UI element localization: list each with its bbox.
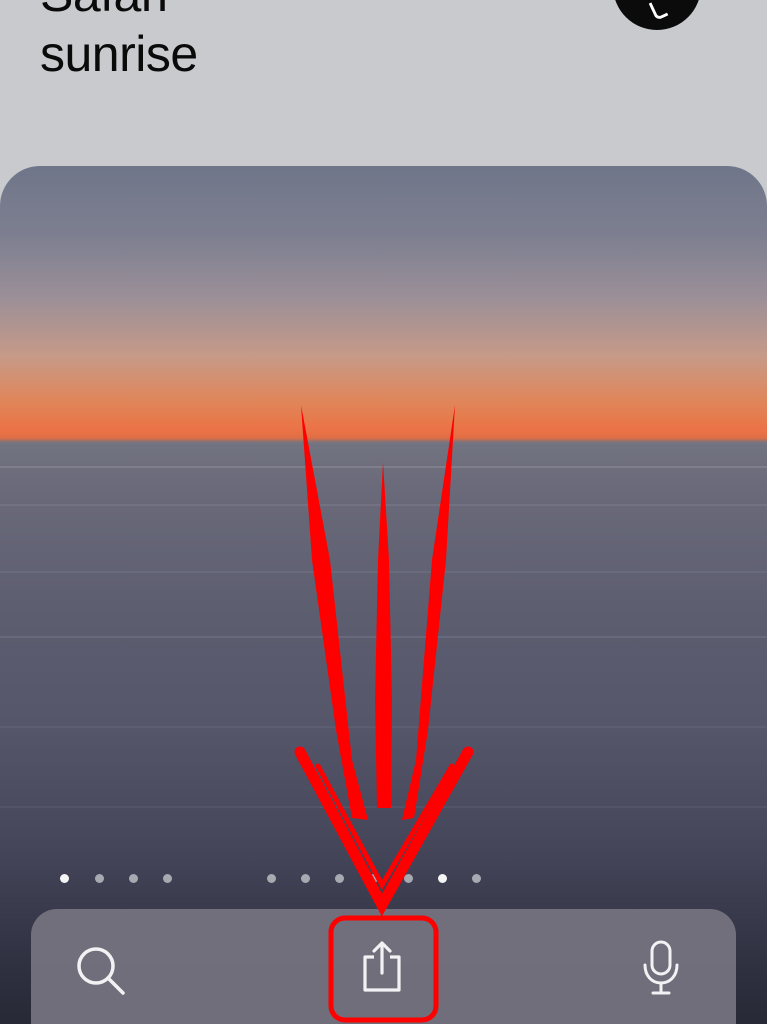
page-dot[interactable] [163,874,172,883]
page-dot[interactable] [438,874,447,883]
bottom-toolbar [31,909,736,1024]
microphone-icon [643,940,679,995]
water-streak [0,726,767,728]
search-icon [77,947,125,995]
page-dot[interactable] [472,874,481,883]
search-button[interactable] [73,943,129,999]
wallpaper-preview[interactable] [0,166,767,1024]
page-dot[interactable] [404,874,413,883]
horizon-glow [0,418,767,444]
water-streak [0,571,767,573]
water-streak [0,466,767,468]
pen-icon [648,0,669,21]
page-dot[interactable] [60,874,69,883]
page-dot[interactable] [369,874,378,883]
page-title-line-1: Safari- [40,0,198,24]
page-title-line-2: sunrise [40,26,198,82]
page-dot[interactable] [301,874,310,883]
page-dot[interactable] [95,874,104,883]
water-streak [0,636,767,638]
water-streak [0,806,767,808]
microphone-button[interactable] [641,939,681,997]
edit-button[interactable] [613,0,701,30]
page-dot[interactable] [335,874,344,883]
page-dot[interactable] [267,874,276,883]
screen: Safari- sunrise [0,0,767,1024]
share-button[interactable] [359,941,405,993]
page-indicator[interactable] [0,874,767,886]
share-icon [363,941,401,992]
water-streak [0,504,767,506]
page-title: Safari- sunrise [40,0,198,84]
page-dot[interactable] [129,874,138,883]
